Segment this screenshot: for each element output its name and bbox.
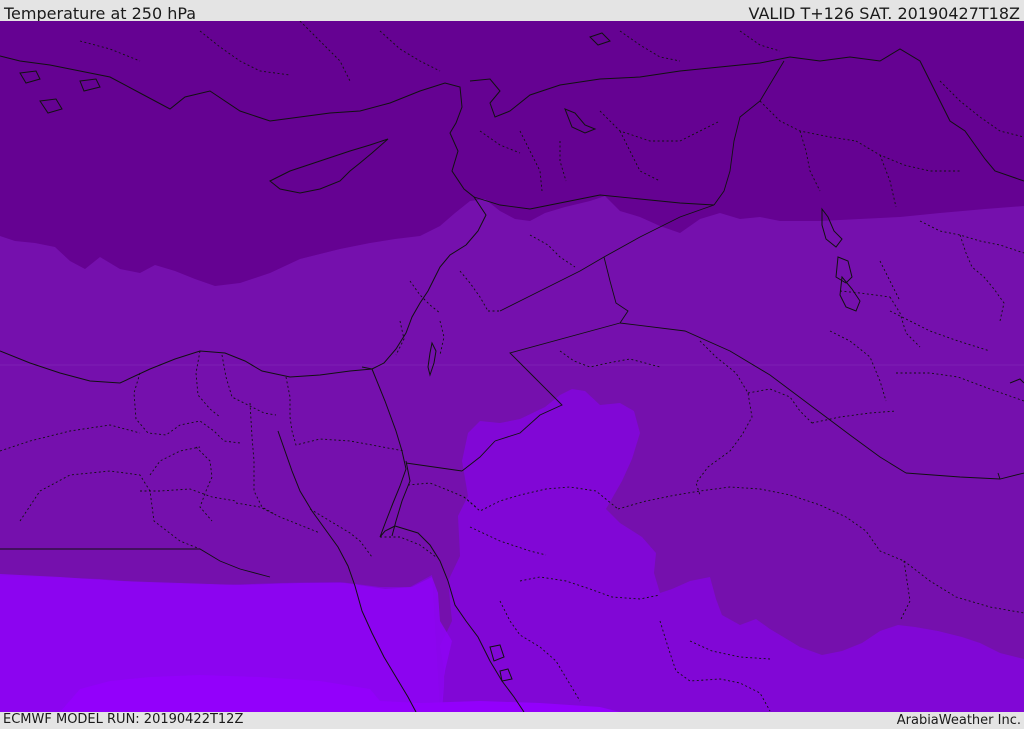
map-canvas: [0, 21, 1024, 712]
footer-bar: ECMWF MODEL RUN: 20190422T12Z ArabiaWeat…: [0, 712, 1024, 729]
header-bar: Temperature at 250 hPa VALID T+126 SAT. …: [0, 0, 1024, 23]
temperature-map[interactable]: [0, 21, 1024, 712]
credit-label: ArabiaWeather Inc.: [896, 713, 1021, 728]
model-run-label: ECMWF MODEL RUN: 20190422T12Z: [3, 712, 244, 727]
